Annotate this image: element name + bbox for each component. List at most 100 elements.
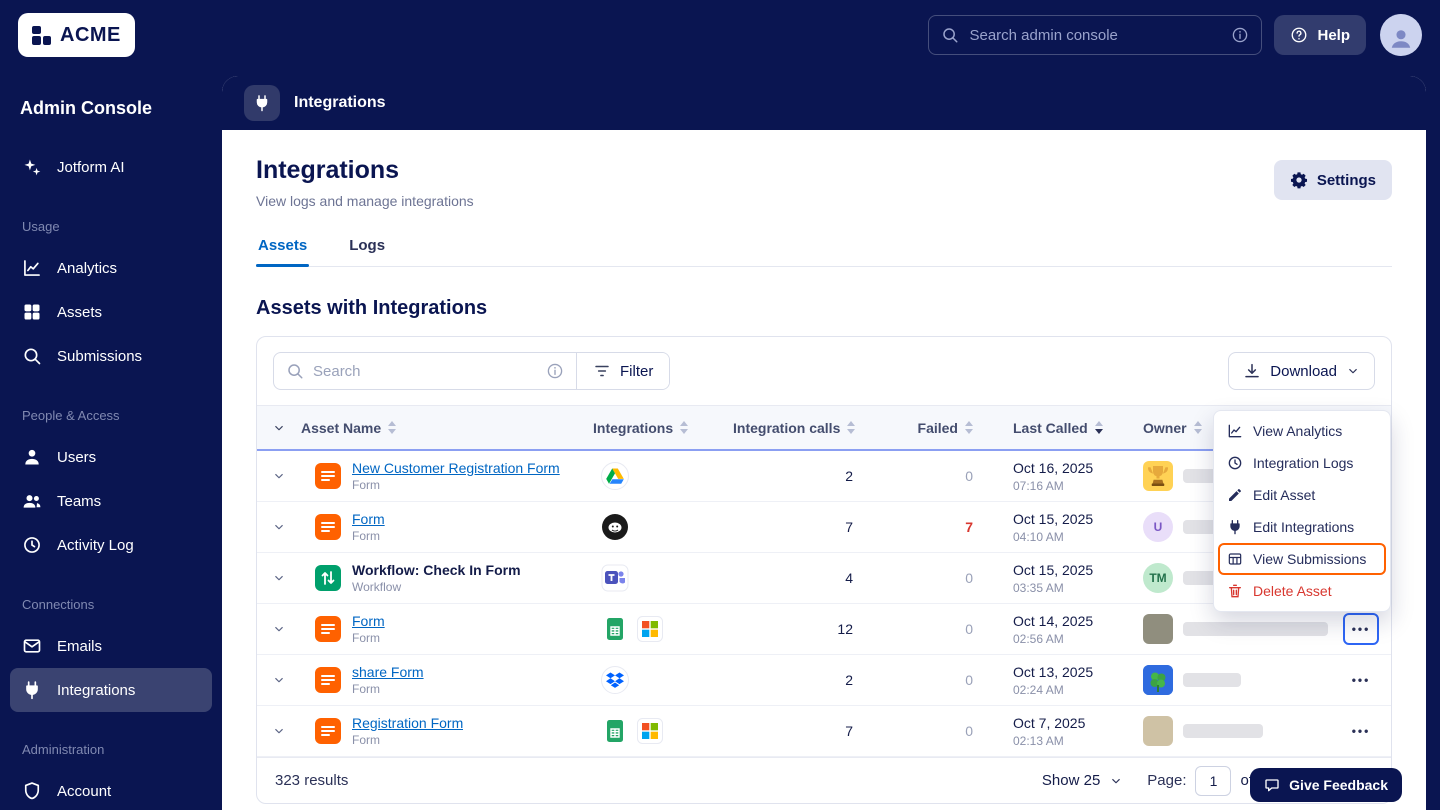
asset-name-link[interactable]: Form [352,613,385,629]
sort-arrows-icon[interactable] [1095,421,1103,434]
tab-assets[interactable]: Assets [256,237,309,266]
sidebar-item-emails[interactable]: Emails [10,624,212,668]
table-search-input[interactable] [313,363,537,380]
column-header-asset-name[interactable]: Asset Name [301,420,593,436]
owner-avatar: U [1143,512,1173,542]
acme-logo[interactable]: ACME [18,13,135,57]
row-actions-button[interactable] [1343,715,1379,747]
menu-item-edit-asset[interactable]: Edit Asset [1218,479,1386,511]
row-actions-cell [1331,613,1391,645]
sort-arrows-icon[interactable] [1194,421,1202,434]
chevron-down-icon [272,469,286,483]
integrations-cell [593,717,733,745]
user-avatar[interactable] [1380,14,1422,56]
clover-avatar [1143,665,1173,695]
expand-all-header[interactable] [257,421,301,435]
asset-name-link[interactable]: New Customer Registration Form [352,460,560,476]
last-called-date: Oct 15, 2025 [1013,562,1123,578]
sidebar-item-label: Analytics [57,260,117,277]
integration-calls-value: 4 [733,570,863,586]
column-header-integration-calls[interactable]: Integration calls [733,420,863,436]
give-feedback-button[interactable]: Give Feedback [1250,768,1402,802]
sidebar-item-teams[interactable]: Teams [10,479,212,523]
asset-name-link[interactable]: Registration Form [352,715,463,731]
sort-arrows-icon[interactable] [388,421,396,434]
column-header-integrations[interactable]: Integrations [593,420,733,436]
page-title: Integrations [256,156,1392,185]
sidebar-item-assets[interactable]: Assets [10,290,212,334]
sort-arrows-icon[interactable] [847,421,855,434]
row-expand-toggle[interactable] [257,520,301,534]
sidebar-item-integrations[interactable]: Integrations [10,668,212,712]
asset-name-cell: Workflow: Check In Form Workflow [301,562,593,594]
plug-icon [244,85,280,121]
section-heading-connections: Connections [10,567,212,624]
menu-item-view-analytics[interactable]: View Analytics [1218,415,1386,447]
row-actions-cell [1331,664,1391,696]
asset-name-link[interactable]: Form [352,511,385,527]
table-search[interactable] [274,353,576,389]
asset-name-link[interactable]: share Form [352,664,424,680]
download-button[interactable]: Download [1228,352,1375,390]
menu-item-edit-integrations[interactable]: Edit Integrations [1218,511,1386,543]
info-icon[interactable] [1231,26,1249,44]
row-expand-toggle[interactable] [257,724,301,738]
row-expand-toggle[interactable] [257,469,301,483]
plug-icon [1227,519,1243,535]
sort-arrows-icon[interactable] [965,421,973,434]
info-icon[interactable] [546,362,564,380]
asset-name-cell: Form Form [301,613,593,645]
section-title: Assets with Integrations [256,297,1392,320]
last-called-time: 07:16 AM [1013,479,1123,493]
row-actions-button[interactable] [1343,613,1379,645]
help-button[interactable]: Help [1274,15,1366,55]
menu-item-delete-asset[interactable]: Delete Asset [1218,575,1386,607]
menu-item-view-submissions[interactable]: View Submissions [1218,543,1386,575]
form-asset-icon [315,667,341,693]
sidebar-item-users[interactable]: Users [10,435,212,479]
tab-logs[interactable]: Logs [347,237,387,266]
form-asset-icon [315,463,341,489]
integrations-cell [593,564,733,592]
failed-value: 0 [863,468,983,484]
shield-icon [22,781,42,801]
settings-button[interactable]: Settings [1274,160,1392,200]
sidebar-item-submissions[interactable]: Submissions [10,334,212,378]
asset-name-stack: Form Form [352,613,385,645]
row-expand-toggle[interactable] [257,622,301,636]
page-size-select[interactable]: Show 25 [1042,772,1123,789]
menu-item-integration-logs[interactable]: Integration Logs [1218,447,1386,479]
row-expand-toggle[interactable] [257,571,301,585]
last-called-cell: Oct 16, 2025 07:16 AM [983,460,1123,493]
table-row: Registration Form Form 7 0 Oct 7, 2025 0… [257,706,1391,757]
failed-value: 0 [863,570,983,586]
sidebar-item-label: Jotform AI [57,159,125,176]
sidebar-item-jotform-ai[interactable]: Jotform AI [10,145,212,189]
last-called-cell: Oct 13, 2025 02:24 AM [983,664,1123,697]
column-label: Owner [1143,420,1187,436]
owner-avatar: TM [1143,563,1173,593]
column-label: Asset Name [301,420,381,436]
asset-type-label: Form [352,529,385,543]
section-heading-usage: Usage [10,189,212,246]
filter-button[interactable]: Filter [577,353,669,389]
form-asset-icon [315,514,341,540]
row-expand-toggle[interactable] [257,673,301,687]
column-header-last-called[interactable]: Last Called [983,420,1123,436]
user-icon [22,447,42,467]
page-number-input[interactable] [1195,766,1231,796]
owner-cell [1123,665,1331,695]
admin-search[interactable] [928,15,1262,55]
sidebar-item-account[interactable]: Account [10,769,212,810]
last-called-date: Oct 14, 2025 [1013,613,1123,629]
sidebar-item-analytics[interactable]: Analytics [10,246,212,290]
column-header-failed[interactable]: Failed [863,420,983,436]
asset-name-link[interactable]: Workflow: Check In Form [352,562,521,578]
admin-search-input[interactable] [969,27,1221,44]
last-called-time: 03:35 AM [1013,581,1123,595]
sidebar-item-activity-log[interactable]: Activity Log [10,523,212,567]
row-actions-button[interactable] [1343,664,1379,696]
chevron-down-icon [1109,774,1123,788]
sort-arrows-icon[interactable] [680,421,688,434]
sidebar-item-label: Activity Log [57,537,134,554]
